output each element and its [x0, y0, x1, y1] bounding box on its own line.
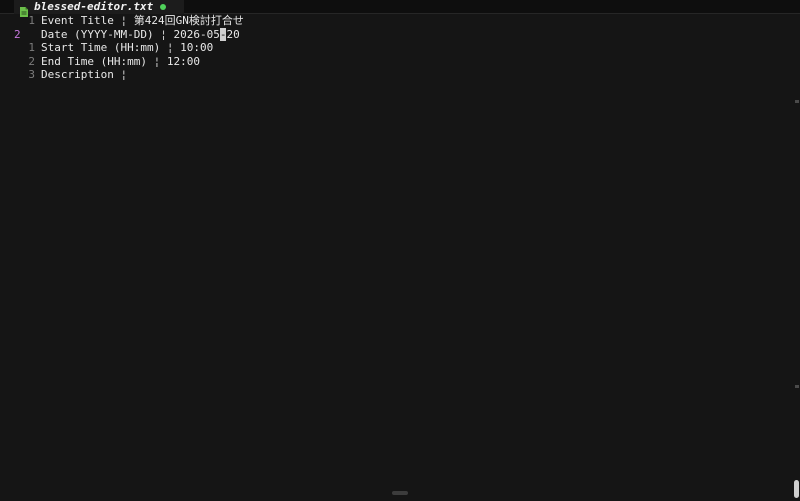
- scrollbar-marker: [795, 385, 799, 388]
- file-icon: [20, 2, 28, 17]
- field-separator: ¦: [120, 14, 128, 27]
- editor-window: blessed-editor.txt 1 Event Title ¦ 第424回…: [0, 0, 800, 501]
- editor-line[interactable]: 1 Event Title ¦ 第424回GN検討打合せ: [0, 14, 792, 28]
- modified-dot-icon: [160, 4, 166, 10]
- line-number: 3: [28, 68, 35, 81]
- line-number: 1: [28, 41, 35, 54]
- editor-line[interactable]: 1 Start Time (HH:mm) ¦ 10:00: [0, 41, 792, 55]
- field-value: 10:00: [180, 41, 214, 54]
- field-value-after-cursor: 20: [226, 27, 240, 41]
- line-content: End Time (HH:mm) ¦ 12:00: [41, 55, 200, 69]
- line-content: Start Time (HH:mm) ¦ 10:00: [41, 41, 213, 55]
- field-separator: ¦: [160, 27, 167, 41]
- vertical-scrollbar[interactable]: [792, 14, 800, 501]
- field-label: Start Time (HH:mm): [41, 41, 161, 54]
- field-value: 第424回GN検討打合せ: [133, 14, 244, 27]
- resize-handle[interactable]: [392, 491, 408, 495]
- field-label: End Time (HH:mm): [41, 54, 147, 68]
- tab-title: blessed-editor.txt: [34, 0, 154, 13]
- field-separator: ¦: [153, 54, 161, 68]
- editor-line[interactable]: 2 End Time (HH:mm) ¦ 12:00: [0, 55, 792, 69]
- tab-blessed-editor[interactable]: blessed-editor.txt: [14, 0, 184, 17]
- tab-bar: blessed-editor.txt: [0, 0, 800, 17]
- field-separator: ¦: [166, 41, 174, 54]
- editor-line[interactable]: 3 Description ¦: [0, 68, 792, 82]
- line-content: Event Title ¦ 第424回GN検討打合せ: [41, 14, 244, 28]
- field-separator: ¦: [120, 68, 128, 81]
- field-value: 12:00: [166, 54, 200, 68]
- field-label: Event Title: [41, 14, 114, 27]
- field-value-before-cursor: 2026-05: [173, 27, 220, 41]
- active-line-number: 2: [14, 27, 21, 41]
- scrollbar-thumb[interactable]: [794, 480, 799, 498]
- line-number: 1: [28, 14, 35, 27]
- line-content: Date (YYYY-MM-DD) ¦ 2026-05-20: [41, 27, 240, 42]
- line-number: 2: [28, 54, 35, 68]
- scrollbar-marker: [795, 100, 799, 103]
- line-content: Description ¦: [41, 68, 127, 82]
- field-label: Date (YYYY-MM-DD): [41, 27, 154, 41]
- field-label: Description: [41, 68, 114, 81]
- editor-area[interactable]: 1 Event Title ¦ 第424回GN検討打合せ 2 Date (YYY…: [0, 14, 792, 491]
- editor-line-active[interactable]: 2 Date (YYYY-MM-DD) ¦ 2026-05-20: [0, 27, 792, 42]
